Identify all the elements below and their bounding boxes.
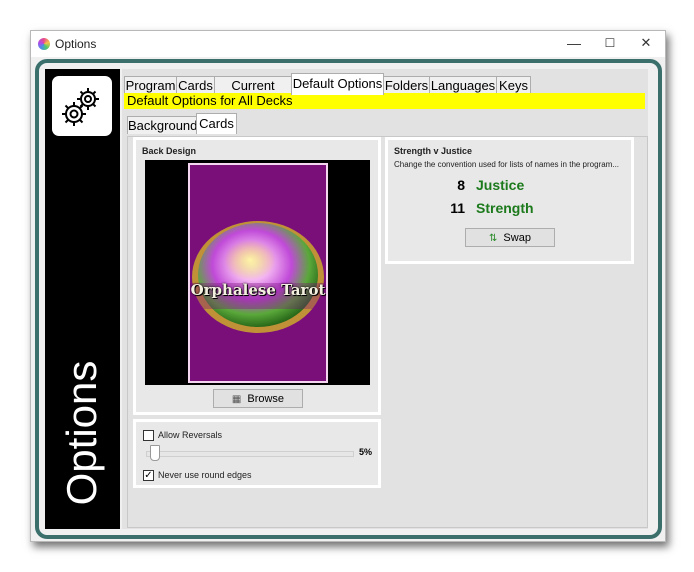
reversal-percent-value: 5% xyxy=(359,447,373,457)
content-area: Program Cards Current Deck Default Optio… xyxy=(122,69,648,529)
strength-justice-description: Change the convention used for lists of … xyxy=(394,160,620,169)
sidebar: Options xyxy=(45,69,120,529)
round-edges-checkbox[interactable]: ✓ xyxy=(143,470,154,481)
strength-name: Strength xyxy=(476,200,534,216)
tab-folders[interactable]: Folders xyxy=(383,76,430,94)
justice-number: 8 xyxy=(457,177,465,193)
tab-default-options[interactable]: Default Options xyxy=(291,73,384,95)
back-design-group: Back Design Orphalese Tarot ▦ Browse xyxy=(133,137,381,415)
gears-icon xyxy=(62,88,99,126)
tab-languages[interactable]: Languages xyxy=(429,76,497,94)
card-back-text: Orphalese Tarot xyxy=(190,281,326,299)
card-preview: Orphalese Tarot xyxy=(145,160,370,385)
cards-panel: Back Design Orphalese Tarot ▦ Browse All… xyxy=(127,136,648,528)
folder-icon: ▦ xyxy=(231,394,242,405)
strength-justice-group: Strength v Justice Change the convention… xyxy=(385,137,634,264)
justice-name: Justice xyxy=(476,177,525,193)
gears-icon-box xyxy=(52,76,112,136)
title-bar: Options — ☐ ✕ xyxy=(31,31,665,57)
maximize-button[interactable]: ☐ xyxy=(593,31,627,57)
default-options-banner: Default Options for All Decks xyxy=(124,93,645,109)
reversal-percent-slider-thumb[interactable] xyxy=(150,445,160,461)
strength-justice-label: Strength v Justice xyxy=(394,146,473,156)
browse-label: Browse xyxy=(247,393,285,405)
tab-program[interactable]: Program xyxy=(124,76,177,94)
close-button[interactable]: ✕ xyxy=(629,31,663,57)
reversals-group: Allow Reversals 5% ✓ Never use round edg… xyxy=(133,419,381,488)
sidebar-title: Options xyxy=(58,360,105,506)
back-design-label: Back Design xyxy=(142,146,197,156)
tab-cards[interactable]: Cards xyxy=(176,76,215,94)
tab-keys[interactable]: Keys xyxy=(496,76,531,94)
allow-reversals-label: Allow Reversals xyxy=(158,430,223,440)
swap-label: Swap xyxy=(503,232,531,244)
options-frame: Options Program Cards Current Deck Defau… xyxy=(35,59,662,539)
strength-number: 11 xyxy=(450,200,465,216)
browse-button[interactable]: ▦ Browse xyxy=(213,389,303,408)
tab-current-deck[interactable]: Current Deck xyxy=(214,76,292,110)
reversal-percent-slider-track[interactable] xyxy=(146,451,354,457)
round-edges-label: Never use round edges xyxy=(158,470,252,480)
subtab-background[interactable]: Background xyxy=(127,116,197,134)
card-back-image: Orphalese Tarot xyxy=(188,163,328,383)
window-title: Options xyxy=(55,37,97,51)
allow-reversals-checkbox[interactable] xyxy=(143,430,154,441)
swap-arrows-icon: ⇅ xyxy=(489,233,498,244)
minimize-button[interactable]: — xyxy=(557,31,591,57)
options-window: Options — ☐ ✕ Options Program Cards Curr… xyxy=(30,30,666,542)
swap-button[interactable]: ⇅ Swap xyxy=(465,228,555,247)
app-icon xyxy=(38,38,50,50)
subtab-cards[interactable]: Cards xyxy=(196,113,237,134)
